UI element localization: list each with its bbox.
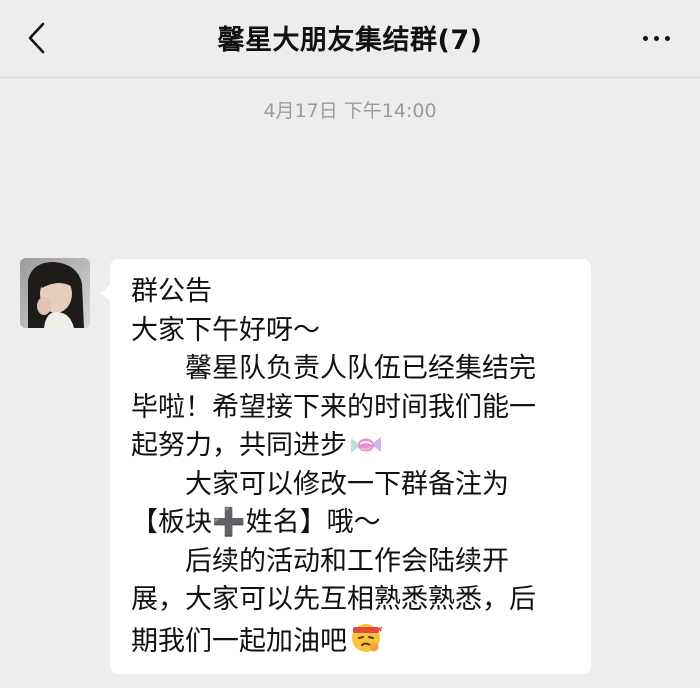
avatar-photo	[20, 258, 90, 328]
more-dot	[664, 35, 670, 41]
fighting-face-emoji-icon	[349, 620, 383, 666]
chat-title: 馨星大朋友集结群(7)	[217, 25, 483, 56]
candy-emoji-icon	[349, 431, 383, 470]
message-line: 展，大家可以先互相熟悉熟悉，后	[131, 584, 536, 615]
more-button[interactable]	[630, 16, 682, 60]
message-line: 后续的活动和工作会陆续开	[185, 545, 509, 577]
more-dots-icon	[642, 35, 648, 41]
message-line-with-emoji: 起努力，共同进步	[131, 427, 577, 466]
message-line-text: 期我们一起加油吧	[131, 625, 347, 657]
sender-avatar[interactable]	[20, 258, 90, 328]
top-bar: 馨星大朋友集结群(7)	[0, 0, 700, 76]
message-line-text: 起努力，共同进步	[131, 430, 347, 461]
message-line: 【板块➕姓名】哦～	[131, 507, 381, 538]
message-line: 大家可以修改一下群备注为	[185, 468, 509, 500]
message-line: 馨星队负责人队伍已经集结完	[185, 353, 536, 384]
header-divider	[0, 77, 700, 78]
more-dot	[653, 35, 659, 41]
message-timestamp: 4月17日 下午14:00	[263, 100, 437, 122]
message-line-heading: 群公告	[131, 276, 212, 307]
message-line: 毕啦！希望接下来的时间我们能一	[131, 391, 536, 423]
message-line-with-emoji: 期我们一起加油吧	[131, 620, 577, 659]
announcement-bubble[interactable]: 群公告 大家下午好呀～ 馨星队负责人队伍已经集结完 毕啦！希望接下来的时间我们能…	[101, 259, 591, 674]
message-line: 大家下午好呀～	[131, 314, 320, 346]
